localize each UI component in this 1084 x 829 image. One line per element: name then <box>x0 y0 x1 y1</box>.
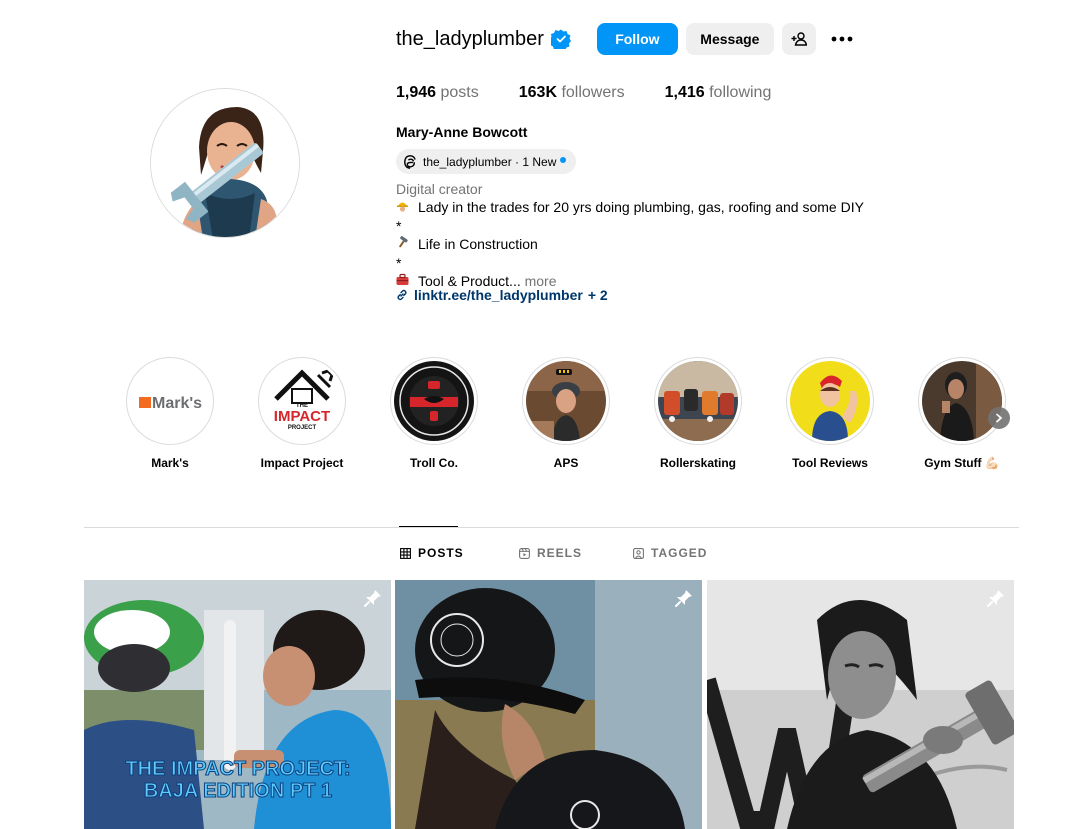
tab-label: TAGGED <box>651 546 708 560</box>
message-button[interactable]: Message <box>685 23 774 55</box>
highlights-next-button[interactable] <box>988 407 1010 429</box>
grid-icon <box>400 547 411 559</box>
profile-stats: 1,946 posts 163K followers 1,416 followi… <box>396 84 811 102</box>
construction-worker-emoji-icon <box>396 199 410 217</box>
highlight-label: Troll Co. <box>410 456 458 470</box>
post-image <box>395 580 702 829</box>
bio-line: Lady in the trades for 20 yrs doing plum… <box>396 198 864 217</box>
posts-count: 1,946 <box>396 84 437 101</box>
more-options-button[interactable] <box>826 23 858 55</box>
tab-label: POSTS <box>418 546 464 560</box>
marks-logo-icon: Mark's <box>130 361 210 441</box>
highlight-label: Rollerskating <box>659 456 737 470</box>
bio-line: * <box>396 255 402 271</box>
tab-label: REELS <box>537 546 583 560</box>
svg-text:Mark's: Mark's <box>152 395 202 412</box>
link-extra-count: + 2 <box>587 287 608 303</box>
tagged-icon <box>633 547 644 559</box>
more-dots-icon <box>831 36 853 42</box>
gym-stuff-highlight-photo <box>922 361 1002 441</box>
bio-line: Life in Construction <box>396 235 864 254</box>
post-image <box>707 580 1014 829</box>
following-stat[interactable]: 1,416 following <box>665 84 772 102</box>
tool-reviews-highlight-photo <box>790 361 870 441</box>
full-name: Mary-Anne Bowcott <box>396 124 528 140</box>
pinned-icon <box>987 590 1004 607</box>
following-count: 1,416 <box>664 84 705 101</box>
link-icon <box>397 289 407 301</box>
hammer-emoji-icon <box>396 236 410 254</box>
follow-button[interactable]: Follow <box>596 23 678 55</box>
new-dot-indicator <box>560 156 567 163</box>
category-label: Digital creator <box>396 181 483 197</box>
posts-label: posts <box>440 84 479 101</box>
pinned-icon <box>364 590 381 607</box>
following-label: following <box>709 84 772 101</box>
link-text: linktr.ee/the_ladyplumber <box>414 287 583 303</box>
highlight-rollerskating[interactable]: Rollerskating <box>654 357 742 470</box>
highlight-label: Mark's <box>151 456 189 470</box>
add-user-icon <box>791 32 807 46</box>
troll-co-logo-icon <box>394 361 474 441</box>
pinned-icon <box>675 590 692 607</box>
svg-text:IMPACT: IMPACT <box>274 408 330 425</box>
impact-project-logo-icon: THE IMPACT PROJECT <box>262 361 342 441</box>
followers-stat[interactable]: 163K followers <box>519 84 625 102</box>
external-link[interactable]: linktr.ee/the_ladyplumber + 2 <box>396 287 608 303</box>
profile-title-row: the_ladyplumber Follow Message <box>396 22 858 56</box>
tabs-divider <box>84 527 1019 528</box>
username: the_ladyplumber <box>396 27 544 50</box>
tab-tagged[interactable]: TAGGED <box>633 546 707 560</box>
svg-text:THE IMPACT PROJECT:: THE IMPACT PROJECT: <box>125 758 350 780</box>
post-tile[interactable]: THE IMPACT PROJECT: BAJA EDITION PT 1 <box>84 580 391 829</box>
story-highlights: Mark's Mark's THE IMPACT PROJECT Impact … <box>126 357 1016 477</box>
chevron-right-icon <box>996 413 1003 423</box>
reels-icon <box>519 547 530 559</box>
bio-line: * <box>396 218 402 234</box>
threads-handle: the_ladyplumber · 1 New <box>423 154 557 169</box>
aps-highlight-photo <box>526 361 606 441</box>
active-tab-indicator <box>399 526 458 527</box>
highlight-aps[interactable]: APS <box>522 357 610 470</box>
post-image: THE IMPACT PROJECT: BAJA EDITION PT 1 <box>84 580 391 829</box>
tab-posts[interactable]: POSTS <box>400 546 464 560</box>
highlight-label: Impact Project <box>260 456 344 470</box>
profile-avatar[interactable] <box>150 88 300 238</box>
highlight-label: Gym Stuff 💪🏻 <box>924 456 1000 470</box>
highlight-marks[interactable]: Mark's Mark's <box>126 357 214 470</box>
tab-reels[interactable]: REELS <box>519 546 582 560</box>
highlight-label: Tool Reviews <box>792 456 868 470</box>
svg-text:BAJA EDITION PT 1: BAJA EDITION PT 1 <box>144 780 332 802</box>
verified-badge-icon <box>550 29 571 49</box>
threads-badge[interactable]: the_ladyplumber · 1 New <box>396 149 577 174</box>
posts-stat: 1,946 posts <box>396 84 479 102</box>
highlight-impact-project[interactable]: THE IMPACT PROJECT Impact Project <box>258 357 346 470</box>
rollerskating-highlight-photo <box>658 361 738 441</box>
svg-text:PROJECT: PROJECT <box>288 425 317 431</box>
followers-label: followers <box>561 84 625 101</box>
bio: Digital creator Lady in the trades for 2… <box>396 180 864 291</box>
highlight-label: APS <box>553 456 579 470</box>
post-tile[interactable] <box>707 580 1014 829</box>
highlight-troll-co[interactable]: Troll Co. <box>390 357 478 470</box>
highlight-tool-reviews[interactable]: Tool Reviews <box>786 357 874 470</box>
suggest-similar-button[interactable] <box>781 23 816 55</box>
threads-icon <box>404 154 416 169</box>
post-tile[interactable] <box>395 580 702 829</box>
followers-count: 163K <box>518 84 557 101</box>
